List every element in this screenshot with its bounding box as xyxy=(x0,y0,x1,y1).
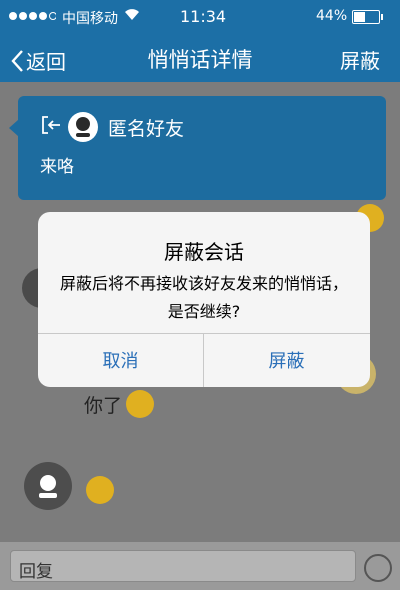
reply-text: 你了 xyxy=(84,394,123,417)
anonymous-avatar xyxy=(24,462,72,510)
smiley-icon[interactable] xyxy=(364,554,392,582)
message-text: 来咯 xyxy=(40,157,74,177)
block-confirm-button[interactable]: 屏蔽 xyxy=(204,333,369,387)
reply-message: 你了 xyxy=(84,390,155,418)
sender-name: 匿名好友 xyxy=(108,117,185,140)
exit-arrow-icon xyxy=(40,114,62,141)
status-bar: 中国移动 11:34 44% xyxy=(0,0,400,34)
dialog-title: 屏蔽会话 xyxy=(164,240,244,264)
emoji-icon xyxy=(126,390,155,418)
navigation-bar: 返回 悄悄话详情 屏蔽 xyxy=(0,34,400,82)
clock: 11:34 xyxy=(180,7,227,26)
anonymous-avatar-icon xyxy=(39,475,57,498)
battery-icon xyxy=(352,10,383,24)
wifi-icon xyxy=(123,7,141,25)
dialog-message: 屏蔽后将不再接收该好友发来的悄悄话，是否继续? xyxy=(60,274,349,321)
reply-input[interactable]: 回复 xyxy=(10,550,356,582)
signal-icon xyxy=(8,9,57,25)
anonymous-avatar-icon xyxy=(68,112,98,142)
message-bubble: 匿名好友 来咯 xyxy=(9,96,386,200)
cancel-button[interactable]: 取消 xyxy=(38,333,203,387)
emoji-icon xyxy=(86,476,114,504)
block-dialog: 屏蔽会话 屏蔽后将不再接收该好友发来的悄悄话，是否继续? 取消 屏蔽 xyxy=(38,212,370,387)
battery-percent: 44% xyxy=(316,8,348,24)
reply-bar: 回复 xyxy=(0,542,400,590)
block-nav-button[interactable]: 屏蔽 xyxy=(340,45,380,74)
carrier-label: 中国移动 xyxy=(62,11,118,27)
